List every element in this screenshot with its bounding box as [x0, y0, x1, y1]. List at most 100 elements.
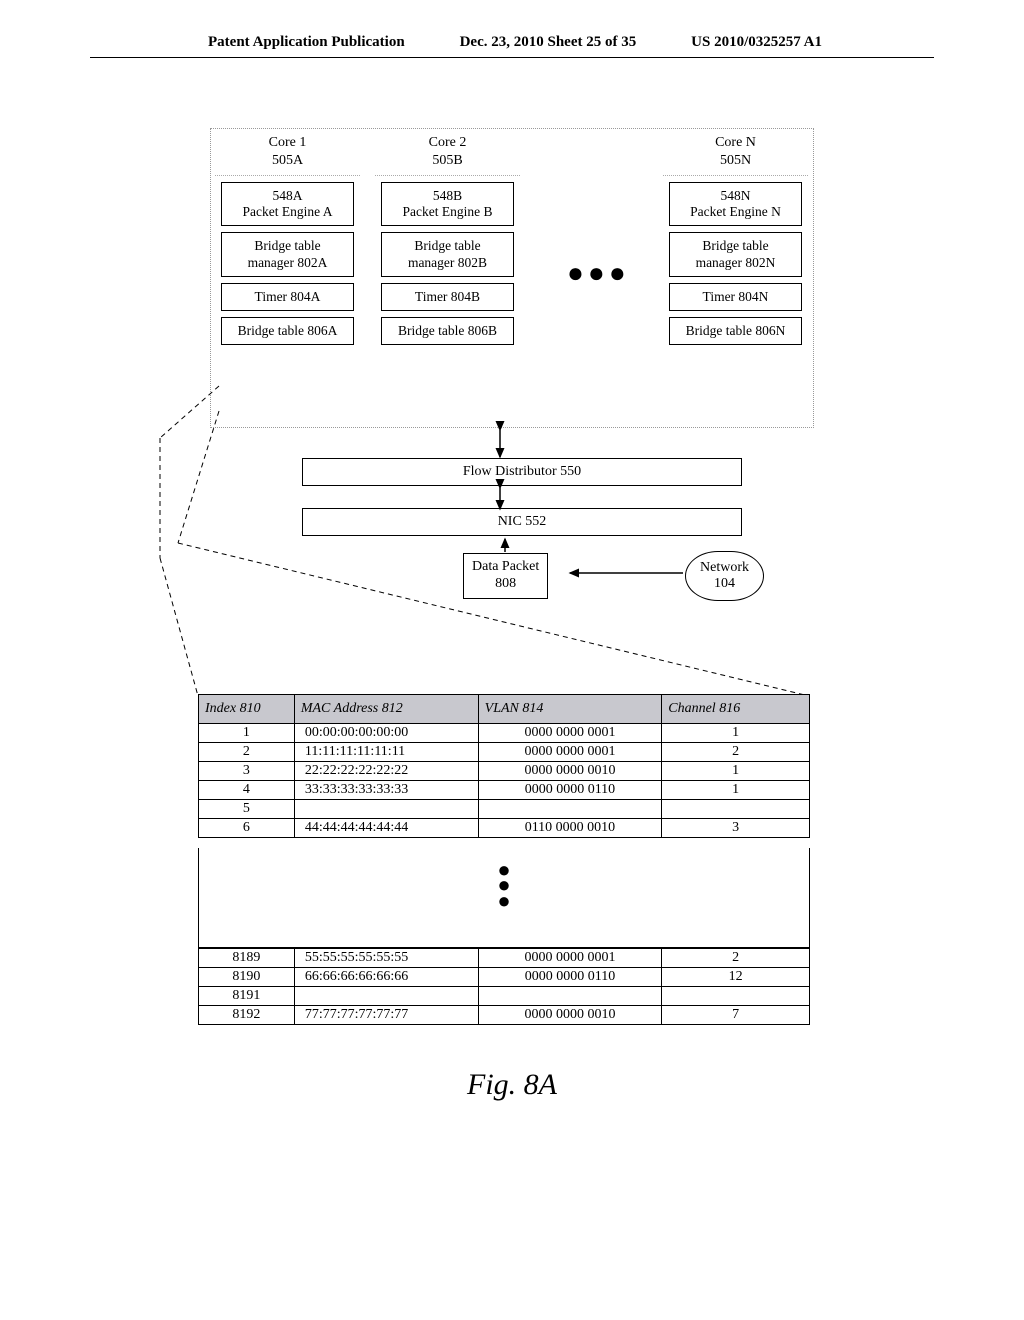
cell-idx: 2 [199, 743, 295, 762]
core-2-pe-label: Packet Engine B [403, 204, 493, 219]
table-row: 100:00:00:00:00:000000 0000 00011 [199, 724, 810, 743]
table-row: 5 [199, 800, 810, 819]
core-2-btm-line1: Bridge table [414, 238, 480, 253]
cell-mac: 66:66:66:66:66:66 [294, 968, 478, 987]
core-1-pe-id: 548A [273, 188, 303, 203]
cell-chan: 3 [662, 819, 810, 838]
core-1-btm-line2: manager 802A [248, 255, 328, 270]
cell-chan [662, 987, 810, 1006]
cell-vlan: 0000 0000 0001 [478, 724, 662, 743]
header-left: Patent Application Publication [208, 34, 405, 51]
core-2-packet-engine: 548B Packet Engine B [381, 182, 514, 226]
table-row: 819277:77:77:77:77:770000 0000 00107 [199, 1006, 810, 1025]
network-label: Network [700, 560, 749, 575]
table-vertical-ellipsis: ●●● [198, 848, 810, 948]
core-1-column: Core 1 505A 548A Packet Engine A Bridge … [215, 128, 360, 351]
header-center: Dec. 23, 2010 Sheet 25 of 35 [460, 34, 637, 51]
col-index: Index 810 [199, 695, 295, 724]
data-packet-box: Data Packet 808 [463, 553, 548, 599]
cell-mac: 33:33:33:33:33:33 [294, 781, 478, 800]
core-n-pe-id: 548N [721, 188, 751, 203]
flow-distributor-box: Flow Distributor 550 [302, 458, 742, 486]
table-row: 819066:66:66:66:66:660000 0000 011012 [199, 968, 810, 987]
core-n-bridge-table: Bridge table 806N [669, 317, 802, 345]
cell-mac [294, 987, 478, 1006]
cell-mac: 11:11:11:11:11:11 [294, 743, 478, 762]
col-vlan: VLAN 814 [478, 695, 662, 724]
cell-idx: 1 [199, 724, 295, 743]
core-1-title: Core 1 [269, 135, 307, 150]
cell-chan: 1 [662, 762, 810, 781]
cell-mac: 55:55:55:55:55:55 [294, 949, 478, 968]
cell-vlan [478, 987, 662, 1006]
page-header: Patent Application Publication Dec. 23, … [90, 0, 934, 58]
flow-stack: Flow Distributor 550 NIC 552 [302, 458, 742, 536]
cell-idx: 5 [199, 800, 295, 819]
cell-mac: 00:00:00:00:00:00 [294, 724, 478, 743]
cell-chan: 2 [662, 743, 810, 762]
cell-mac: 44:44:44:44:44:44 [294, 819, 478, 838]
ellipsis-icon: ●●● [567, 258, 630, 290]
table-row: 211:11:11:11:11:110000 0000 00012 [199, 743, 810, 762]
network-cloud: Network 104 [685, 551, 764, 601]
cell-mac: 77:77:77:77:77:77 [294, 1006, 478, 1025]
core-2-title: Core 2 [429, 135, 467, 150]
cell-vlan: 0000 0000 0110 [478, 781, 662, 800]
core-n-pe-label: Packet Engine N [690, 204, 781, 219]
core-n-column: Core N 505N 548N Packet Engine N Bridge … [663, 128, 808, 351]
cell-chan: 1 [662, 724, 810, 743]
table-row: 818955:55:55:55:55:550000 0000 00012 [199, 949, 810, 968]
core-n-id: 505N [720, 153, 751, 168]
cell-mac: 22:22:22:22:22:22 [294, 762, 478, 781]
cell-vlan: 0000 0000 0001 [478, 743, 662, 762]
data-packet-label: Data Packet [472, 559, 539, 574]
core-1-btm-line1: Bridge table [254, 238, 320, 253]
cell-chan: 1 [662, 781, 810, 800]
cell-vlan: 0000 0000 0010 [478, 762, 662, 781]
cell-vlan [478, 800, 662, 819]
core-2-column: Core 2 505B 548B Packet Engine B Bridge … [375, 128, 520, 351]
cell-idx: 3 [199, 762, 295, 781]
cell-idx: 8191 [199, 987, 295, 1006]
nic-box: NIC 552 [302, 508, 742, 536]
table-header-row: Index 810 MAC Address 812 VLAN 814 Chann… [199, 695, 810, 724]
core-n-btm-line1: Bridge table [702, 238, 768, 253]
data-packet-id: 808 [495, 576, 516, 591]
cell-vlan: 0000 0000 0001 [478, 949, 662, 968]
core-2-timer: Timer 804B [381, 283, 514, 311]
core-1-timer: Timer 804A [221, 283, 354, 311]
core-2-header: Core 2 505B [375, 128, 520, 176]
core-n-bridge-table-manager: Bridge table manager 802N [669, 232, 802, 276]
core-1-id: 505A [272, 153, 303, 168]
network-id: 104 [714, 576, 735, 591]
table-row: 322:22:22:22:22:220000 0000 00101 [199, 762, 810, 781]
cell-idx: 8190 [199, 968, 295, 987]
core-n-title: Core N [715, 135, 756, 150]
cell-chan [662, 800, 810, 819]
cell-chan: 7 [662, 1006, 810, 1025]
cell-chan: 12 [662, 968, 810, 987]
header-right: US 2010/0325257 A1 [691, 34, 822, 51]
core-1-bridge-table: Bridge table 806A [221, 317, 354, 345]
bridge-table-top: Index 810 MAC Address 812 VLAN 814 Chann… [198, 694, 810, 838]
col-mac: MAC Address 812 [294, 695, 478, 724]
cell-vlan: 0000 0000 0110 [478, 968, 662, 987]
core-1-bridge-table-manager: Bridge table manager 802A [221, 232, 354, 276]
cell-idx: 8192 [199, 1006, 295, 1025]
cell-idx: 6 [199, 819, 295, 838]
bridge-table-bottom: 818955:55:55:55:55:550000 0000 000128190… [198, 948, 810, 1025]
core-2-bridge-table: Bridge table 806B [381, 317, 514, 345]
core-1-header: Core 1 505A [215, 128, 360, 176]
table-row: 433:33:33:33:33:330000 0000 01101 [199, 781, 810, 800]
cell-vlan: 0000 0000 0010 [478, 1006, 662, 1025]
core-n-header: Core N 505N [663, 128, 808, 176]
core-2-bridge-table-manager: Bridge table manager 802B [381, 232, 514, 276]
core-2-btm-line2: manager 802B [408, 255, 487, 270]
core-1-packet-engine: 548A Packet Engine A [221, 182, 354, 226]
core-n-packet-engine: 548N Packet Engine N [669, 182, 802, 226]
core-2-pe-id: 548B [433, 188, 462, 203]
core-2-id: 505B [432, 153, 462, 168]
cell-mac [294, 800, 478, 819]
col-channel: Channel 816 [662, 695, 810, 724]
core-n-timer: Timer 804N [669, 283, 802, 311]
